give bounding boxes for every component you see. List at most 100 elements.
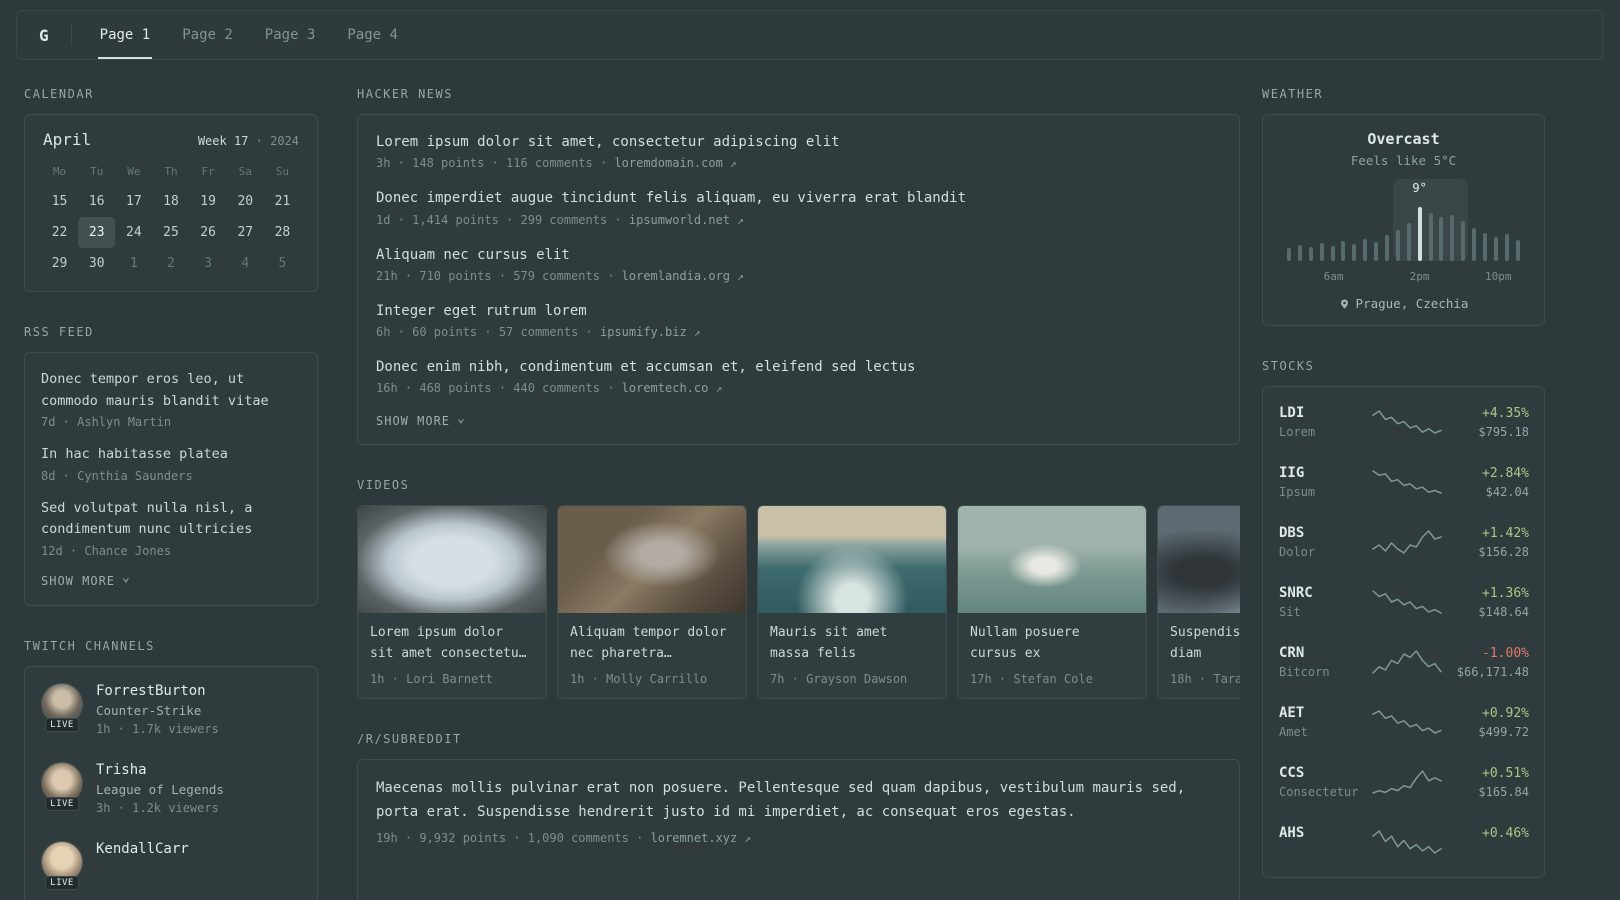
- video-title[interactable]: Nullam posuere cursus ex: [958, 613, 1146, 665]
- weather-location-label: Prague, Czechia: [1355, 296, 1469, 311]
- weather-title: WEATHER: [1262, 87, 1324, 101]
- video-card[interactable]: Nullam posuere cursus ex 17h · Stefan Co…: [957, 505, 1147, 700]
- show-more-label: SHOW MORE: [41, 573, 116, 588]
- stock-change: +1.42%: [1482, 525, 1529, 541]
- stock-row[interactable]: DBS Dolor +1.42% $156.28: [1279, 512, 1529, 572]
- nav-tab[interactable]: Page 3: [263, 11, 318, 59]
- channel-avatar[interactable]: LIVE: [41, 682, 83, 732]
- sparkline-chart: [1372, 710, 1442, 734]
- video-title[interactable]: Mauris sit amet massa felis: [758, 613, 946, 665]
- stock-symbol: CCS: [1279, 765, 1305, 781]
- video-card[interactable]: Suspendisse diam 18h · Tara: [1157, 505, 1240, 700]
- channel-game[interactable]: League of Legends: [96, 782, 224, 797]
- show-more-button[interactable]: SHOW MORE ⌄: [376, 412, 466, 429]
- channel-name[interactable]: KendallCarr: [96, 841, 189, 857]
- stock-sparkline: [1371, 769, 1443, 795]
- hackernews-item-domain-link[interactable]: loremtech.co: [622, 381, 709, 395]
- channel-avatar[interactable]: LIVE: [41, 840, 83, 890]
- stock-row[interactable]: CRN Bitcorn -1.00% $66,171.48: [1279, 632, 1529, 692]
- weather-bar: [1352, 244, 1357, 261]
- stock-sparkline: [1371, 709, 1443, 735]
- hackernews-item-meta: 6h · 60 points · 57 comments · ipsumify.…: [376, 325, 1221, 339]
- stock-values: +1.42% $156.28: [1443, 526, 1529, 559]
- hackernews-item-domain-link[interactable]: ipsumify.biz: [600, 325, 687, 339]
- weather-bar: [1439, 217, 1444, 261]
- rss-item-title[interactable]: Donec tempor eros leo, ut commodo mauris…: [41, 369, 301, 412]
- stock-row[interactable]: LDI Lorem +4.35% $795.18: [1279, 392, 1529, 452]
- calendar-day: 1: [129, 256, 138, 271]
- hackernews-item-domain-link[interactable]: loremlandia.org: [622, 269, 730, 283]
- nav-tab[interactable]: Page 2: [180, 11, 235, 59]
- show-more-label: SHOW MORE: [376, 414, 451, 429]
- stock-change: +1.36%: [1482, 585, 1529, 601]
- nav-tab[interactable]: Page 4: [345, 11, 400, 59]
- rss-title: RSS FEED: [24, 325, 94, 339]
- nav-tab[interactable]: Page 1: [97, 11, 153, 59]
- page-tabs: Page 1 Page 2 Page 3 Page 4: [97, 11, 428, 59]
- hackernews-item-domain-link[interactable]: loremdomain.com: [614, 156, 722, 170]
- video-card[interactable]: Lorem ipsum dolor sit amet consectetu… 1…: [357, 505, 547, 700]
- channel-avatar[interactable]: LIVE: [41, 761, 83, 811]
- day-of-week-label: Th: [164, 165, 178, 178]
- stock-sparkline: [1371, 829, 1443, 855]
- video-title[interactable]: Aliquam tempor dolor nec pharetra…: [558, 613, 746, 665]
- video-title[interactable]: Lorem ipsum dolor sit amet consectetu…: [358, 613, 546, 665]
- rss-list: Donec tempor eros leo, ut commodo mauris…: [41, 369, 301, 558]
- calendar-day: 20: [237, 194, 254, 209]
- reddit-post-domain-link[interactable]: loremnet.xyz: [651, 831, 738, 845]
- stock-info: AHS: [1279, 825, 1371, 859]
- hackernews-item-title[interactable]: Donec enim nibh, condimentum et accumsan…: [376, 359, 915, 375]
- hackernews-item-title[interactable]: Aliquam nec cursus elit: [376, 247, 570, 263]
- calendar-panel: April Week 17 · 2024 Mo Tu We Th Fr Sa Su 15 16…: [24, 114, 318, 292]
- twitch-channel[interactable]: LIVE ForrestBurton Counter-Strike 1h · 1…: [41, 682, 301, 736]
- channel-game[interactable]: Counter-Strike: [96, 703, 219, 718]
- hackernews-panel: Lorem ipsum dolor sit amet, consectetur …: [357, 114, 1240, 446]
- video-card[interactable]: Aliquam tempor dolor nec pharetra… 1h · …: [557, 505, 747, 700]
- rss-widget: RSS FEED Donec tempor eros leo, ut commo…: [24, 325, 318, 606]
- weather-bar: [1515, 240, 1520, 261]
- video-title[interactable]: Suspendisse diam: [1158, 613, 1240, 665]
- stock-row[interactable]: AHS +0.46%: [1279, 812, 1529, 872]
- reddit-post-text[interactable]: Maecenas mollis pulvinar erat non posuer…: [376, 780, 1185, 819]
- twitch-channel[interactable]: LIVE Trisha League of Legends 3h · 1.2k …: [41, 761, 301, 815]
- rss-item-title[interactable]: In hac habitasse platea: [41, 444, 301, 466]
- stock-row[interactable]: SNRC Sit +1.36% $148.64: [1279, 572, 1529, 632]
- video-thumbnail[interactable]: [358, 506, 546, 614]
- stock-row[interactable]: IIG Ipsum +2.84% $42.04: [1279, 452, 1529, 512]
- video-thumbnail[interactable]: [558, 506, 746, 614]
- day-of-week-label: Su: [275, 165, 290, 178]
- hackernews-item-title[interactable]: Integer eget rutrum lorem: [376, 303, 587, 319]
- stock-info: CRN Bitcorn: [1279, 645, 1371, 679]
- stock-row[interactable]: AET Amet +0.92% $499.72: [1279, 692, 1529, 752]
- stock-name: Amet: [1279, 725, 1308, 739]
- rss-item-meta: 7d · Ashlyn Martin: [41, 415, 172, 430]
- show-more-button[interactable]: SHOW MORE ⌄: [41, 571, 131, 588]
- rss-item-title[interactable]: Sed volutpat nulla nisl, a condimentum n…: [41, 498, 301, 541]
- subreddit-widget: /R/SUBREDDIT Maecenas mollis pulvinar er…: [357, 732, 1240, 900]
- live-badge: LIVE: [45, 717, 79, 732]
- channel-name[interactable]: ForrestBurton: [96, 683, 219, 699]
- sparkline-chart: [1372, 470, 1442, 494]
- weather-bar: [1297, 245, 1302, 261]
- stock-sparkline: [1371, 649, 1443, 675]
- hackernews-item-domain-link[interactable]: ipsumworld.net: [629, 213, 730, 227]
- stock-name: [1279, 845, 1371, 859]
- video-card[interactable]: Mauris sit amet massa felis 7h · Grayson…: [757, 505, 947, 700]
- hackernews-item-meta: 3h · 148 points · 116 comments · loremdo…: [376, 156, 1221, 170]
- video-thumbnail[interactable]: [758, 506, 946, 614]
- twitch-channel[interactable]: LIVE KendallCarr: [41, 840, 301, 890]
- hackernews-item-title[interactable]: Donec imperdiet augue tincidunt felis al…: [376, 190, 966, 206]
- twitch-widget: TWITCH CHANNELS LIVE ForrestBurton Count…: [24, 639, 318, 900]
- video-thumbnail[interactable]: [958, 506, 1146, 614]
- stock-info: CCS Consectetur: [1279, 765, 1371, 799]
- rss-item-meta: 8d · Cynthia Saunders: [41, 468, 193, 483]
- hackernews-item-title[interactable]: Lorem ipsum dolor sit amet, consectetur …: [376, 134, 840, 150]
- weather-time-label: 10pm: [1485, 270, 1512, 283]
- twitch-panel: LIVE ForrestBurton Counter-Strike 1h · 1…: [24, 665, 318, 900]
- video-thumbnail[interactable]: [1158, 506, 1240, 614]
- hackernews-list: Lorem ipsum dolor sit amet, consectetur …: [376, 132, 1221, 395]
- stock-row[interactable]: CCS Consectetur +0.51% $165.84: [1279, 752, 1529, 812]
- weather-bar: [1341, 241, 1346, 261]
- channel-name[interactable]: Trisha: [96, 762, 224, 778]
- calendar-day: 2: [167, 256, 175, 271]
